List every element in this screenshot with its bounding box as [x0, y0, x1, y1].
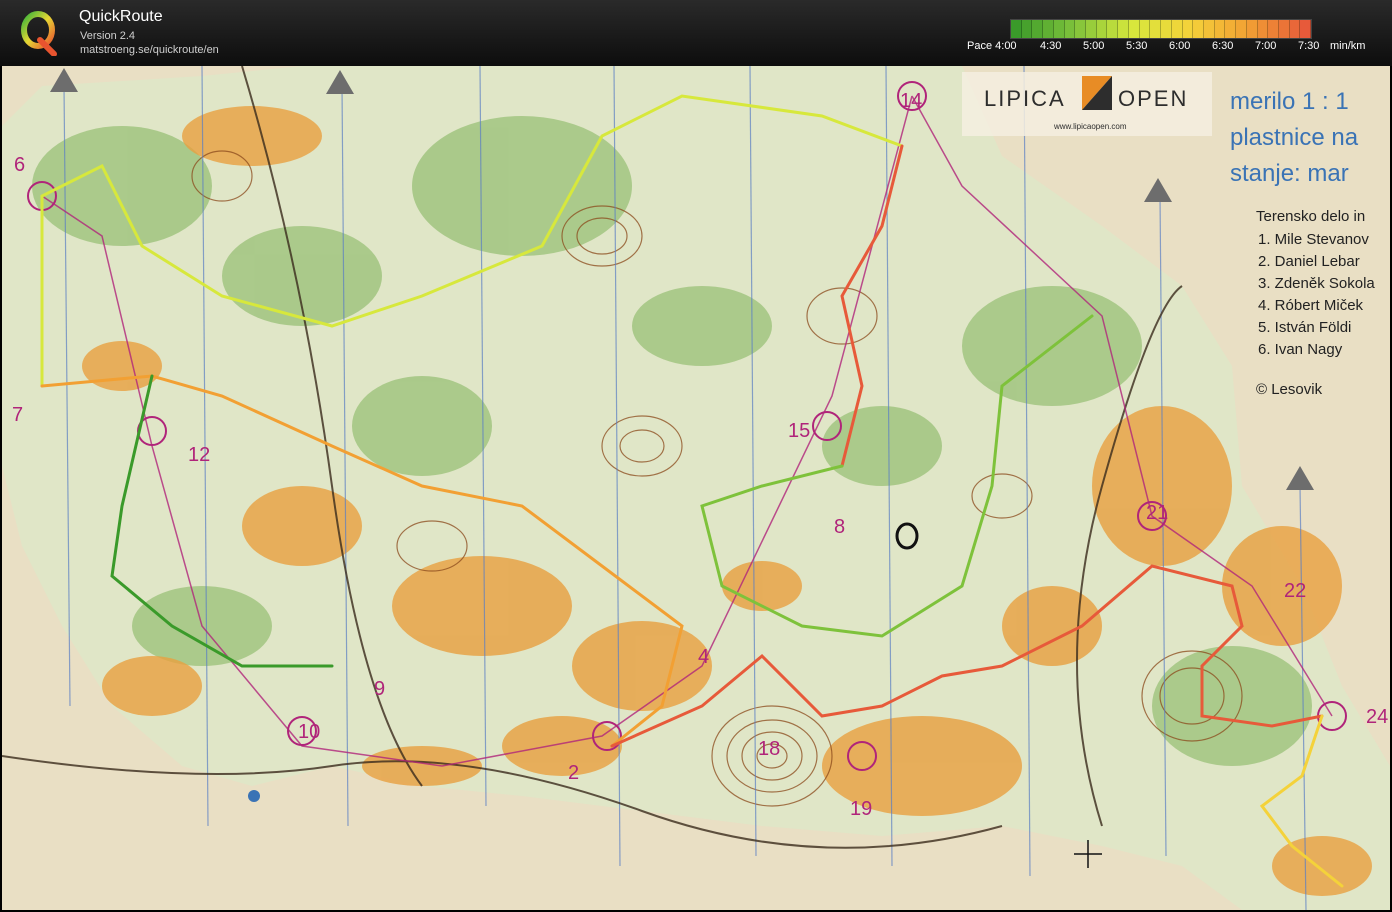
credit-line: 1. Mile Stevanov [1258, 231, 1369, 248]
control-number: 14 [900, 90, 923, 112]
control-number: 7 [12, 404, 24, 426]
pace-scale-segment [1032, 20, 1044, 38]
app-url-link[interactable]: matstroeng.se/quickroute/en [80, 44, 219, 56]
pace-scale-segment [1257, 20, 1269, 38]
pace-label: Pace 4:00 [967, 40, 1017, 52]
pace-tick: 7:00 [1255, 40, 1277, 52]
control-number: 18 [758, 738, 781, 760]
pace-scale-segment [1150, 20, 1162, 38]
control-number: 8 [834, 516, 846, 538]
pace-scale-segment [1225, 20, 1237, 38]
control-number: 21 [1146, 502, 1169, 524]
pace-scale-segment [1096, 20, 1108, 38]
control-number: 24 [1366, 706, 1389, 728]
pace-scale-segment [1139, 20, 1151, 38]
control-number: 22 [1284, 580, 1307, 602]
pace-tick: 7:30 [1298, 40, 1320, 52]
pace-scale-segment [1246, 20, 1258, 38]
map-canvas [2, 66, 1390, 910]
pace-scale-segment [1289, 20, 1301, 38]
lipica-logo-second: OPEN [1118, 86, 1189, 111]
credit-line: 4. Róbert Miček [1258, 297, 1364, 314]
map-status-text: stanje: mar [1230, 160, 1349, 187]
map-scale-text: merilo 1 : 1 [1230, 88, 1349, 115]
pace-scale-segment [1193, 20, 1204, 38]
pace-scale-segment [1064, 20, 1076, 38]
pace-scale-segment [1161, 20, 1172, 38]
pace-scale-segment [1128, 20, 1140, 38]
control-number: 15 [788, 420, 811, 442]
control-number: 9 [374, 678, 386, 700]
pace-scale-segment [1075, 20, 1087, 38]
pace-scale-segment [1300, 20, 1312, 38]
quickroute-logo-icon [21, 11, 57, 56]
pace-tick: 6:30 [1212, 40, 1234, 52]
pace-scale-segment [1268, 20, 1279, 38]
app-header: QuickRoute Version 2.4 matstroeng.se/qui… [0, 0, 1392, 66]
pace-scale-segment [1053, 20, 1065, 38]
pace-scale-segment [1171, 20, 1183, 38]
credit-line: 2. Daniel Lebar [1258, 253, 1360, 270]
pace-scale-segment [1107, 20, 1119, 38]
pace-scale-segment [1214, 20, 1226, 38]
control-number: 6 [14, 154, 26, 176]
orienteering-map[interactable]: LIPICA OPEN www.lipicaopen.com merilo 1 … [2, 66, 1390, 910]
control-number: 10 [298, 721, 321, 743]
water-feature [248, 790, 260, 802]
pace-scale-segment [1011, 20, 1022, 38]
control-number: 12 [188, 444, 211, 466]
pace-tick: 4:30 [1040, 40, 1062, 52]
pace-scale-segment [1203, 20, 1215, 38]
app-title: QuickRoute [79, 8, 163, 25]
pace-tick: 6:00 [1169, 40, 1191, 52]
credit-line: 5. István Földi [1258, 319, 1352, 336]
pace-unit: min/km [1330, 40, 1366, 52]
pace-tick: 5:30 [1126, 40, 1148, 52]
control-number: 2 [568, 762, 580, 784]
control-number: 19 [850, 798, 873, 820]
pace-scale-segment [1182, 20, 1194, 38]
pace-scale-segment [1086, 20, 1097, 38]
pace-scale-segment [1236, 20, 1247, 38]
credit-line: 6. Ivan Nagy [1258, 341, 1343, 358]
pace-color-scale [1010, 19, 1312, 39]
pace-tick: 5:00 [1083, 40, 1105, 52]
credit-line: 3. Zdeněk Sokola [1258, 275, 1375, 292]
lipica-url: www.lipicaopen.com [1054, 122, 1127, 131]
pace-scale-segment [1021, 20, 1033, 38]
pace-scale-segment [1043, 20, 1054, 38]
lipica-logo-first: LIPICA [984, 86, 1066, 111]
app-version: Version 2.4 [80, 30, 136, 42]
control-number: 4 [698, 646, 710, 668]
pace-scale-segment [1118, 20, 1129, 38]
map-info-text: plastnice na [1230, 124, 1359, 151]
pace-scale-segment [1278, 20, 1290, 38]
credits-title: Terensko delo in [1256, 208, 1366, 225]
copyright-text: © Lesovik [1256, 381, 1323, 398]
